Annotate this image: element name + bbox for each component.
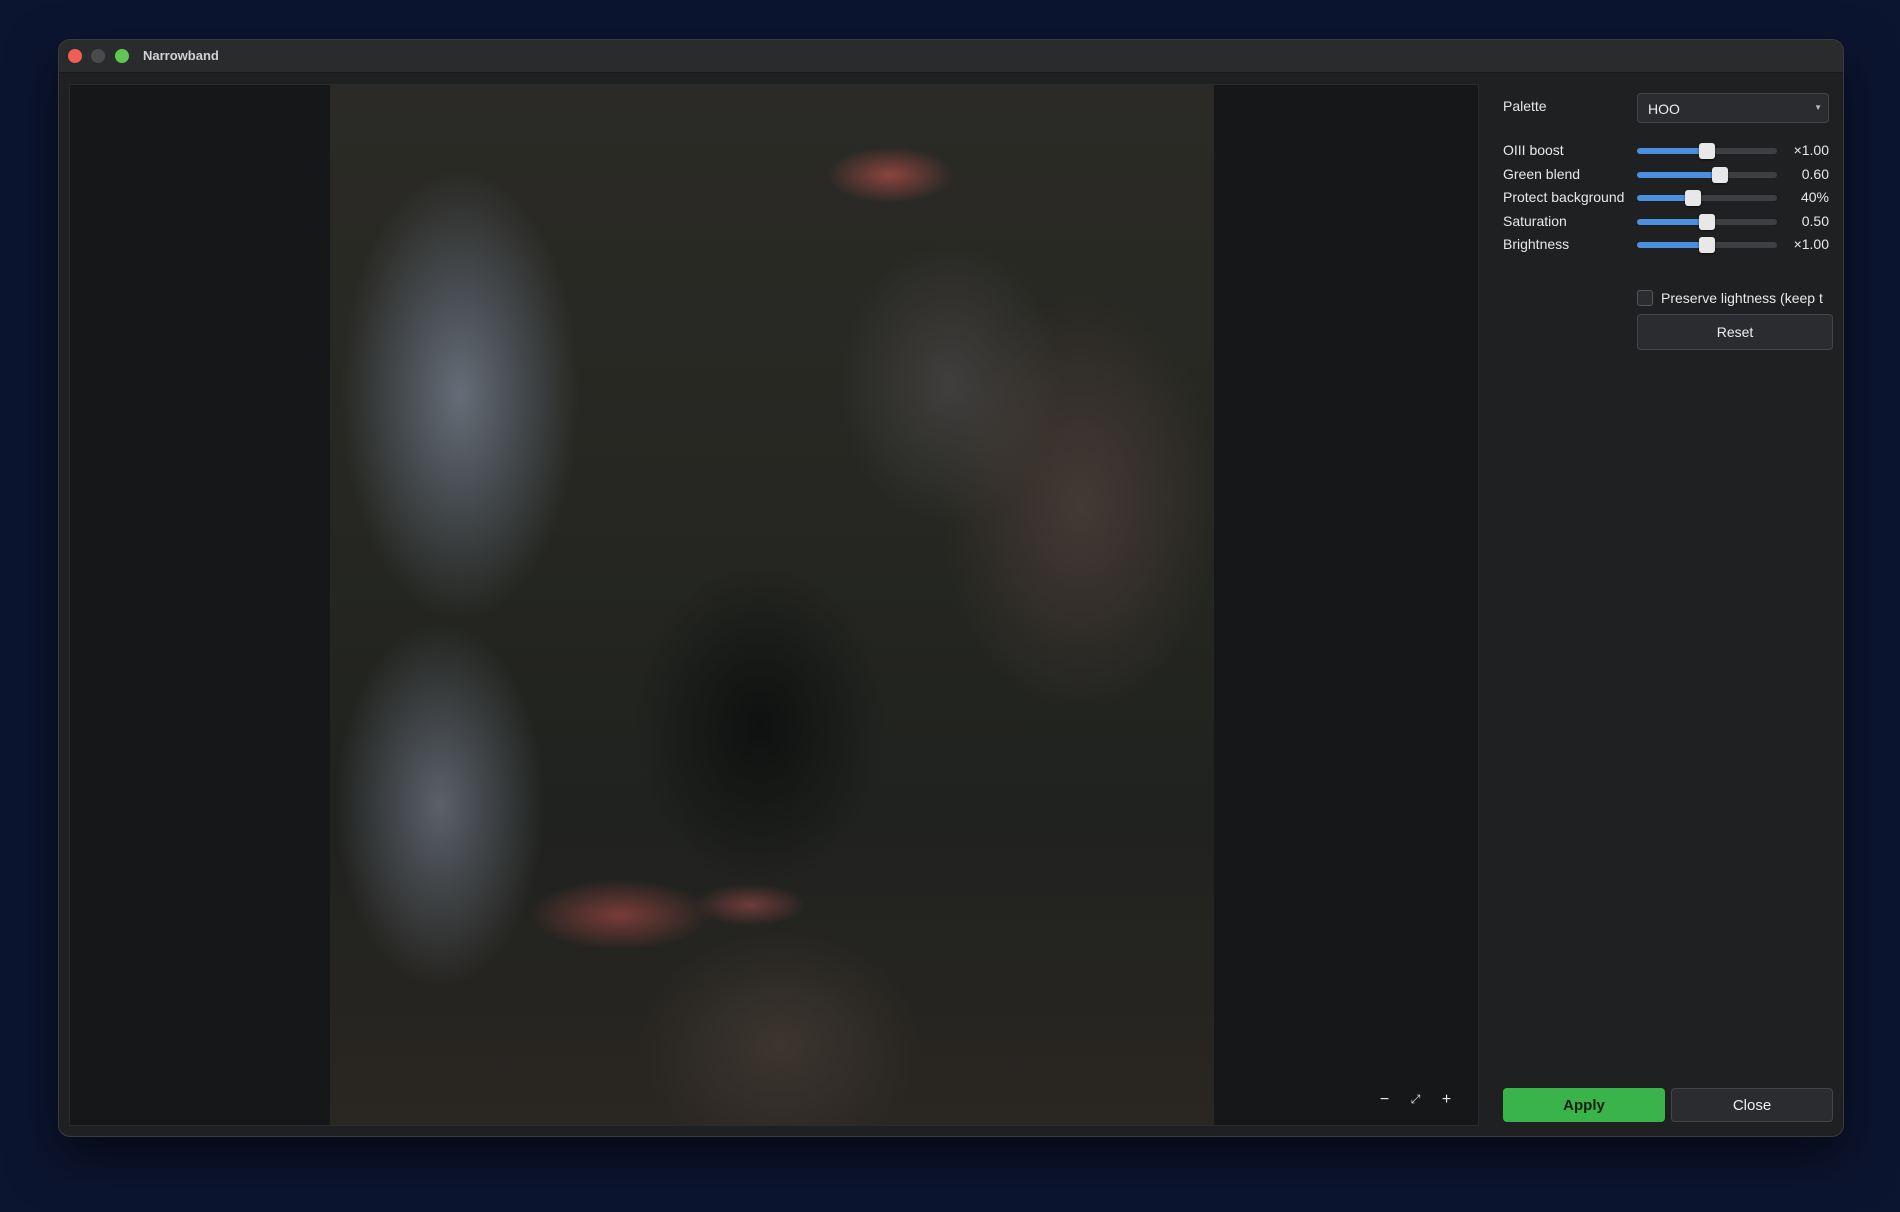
preserve-lightness-row[interactable]: Preserve lightness (keep t (1637, 288, 1833, 310)
window-maximize-button[interactable] (115, 49, 129, 63)
green-blend-value: 0.60 (1801, 166, 1829, 182)
window-title: Narrowband (143, 48, 219, 63)
zoom-out-button[interactable]: − (1373, 1088, 1396, 1111)
green-blend-label: Green blend (1503, 166, 1581, 182)
saturation-row: Saturation 0.50 (1503, 211, 1833, 233)
brightness-value: ×1.00 (1793, 236, 1829, 252)
reset-button[interactable]: Reset (1637, 314, 1833, 350)
palette-select-value: HOO (1648, 101, 1680, 117)
title-bar[interactable]: Narrowband (59, 40, 1843, 73)
chevron-down-icon: ▼ (1814, 103, 1822, 112)
image-preview[interactable]: − ⤢ + (69, 84, 1479, 1126)
preserve-lightness-checkbox[interactable] (1637, 290, 1653, 306)
slider-thumb[interactable] (1685, 190, 1701, 206)
brightness-row: Brightness ×1.00 (1503, 234, 1833, 256)
green-blend-slider[interactable] (1637, 167, 1777, 183)
protect-background-label: Protect background (1503, 189, 1625, 205)
saturation-value: 0.50 (1801, 213, 1829, 229)
brightness-label: Brightness (1503, 236, 1570, 252)
oiii-boost-label: OIII boost (1503, 142, 1564, 158)
slider-thumb[interactable] (1699, 237, 1715, 253)
settings-panel: Palette HOO ▼ OIII boost ×1.00 Green ble… (1487, 84, 1833, 1124)
slider-thumb[interactable] (1699, 143, 1715, 159)
protect-background-slider[interactable] (1637, 190, 1777, 206)
slider-fill (1637, 172, 1720, 178)
zoom-controls: − ⤢ + (1373, 1088, 1458, 1111)
slider-fill (1637, 242, 1707, 248)
protect-background-value: 40% (1800, 189, 1829, 205)
protect-background-row: Protect background 40% (1503, 187, 1833, 209)
oiii-boost-slider[interactable] (1637, 143, 1777, 159)
oiii-boost-value: ×1.00 (1793, 142, 1829, 158)
nebula-image (330, 85, 1214, 1125)
zoom-in-button[interactable]: + (1435, 1088, 1458, 1111)
palette-label: Palette (1503, 98, 1547, 114)
brightness-slider[interactable] (1637, 237, 1777, 253)
saturation-slider[interactable] (1637, 214, 1777, 230)
close-button[interactable]: Close (1671, 1088, 1833, 1122)
apply-button[interactable]: Apply (1503, 1088, 1665, 1122)
green-blend-row: Green blend 0.60 (1503, 164, 1833, 186)
window-close-button[interactable] (68, 49, 82, 63)
slider-fill (1637, 148, 1707, 154)
slider-thumb[interactable] (1711, 167, 1728, 183)
narrowband-window: Narrowband − ⤢ + Palette HOO ▼ OIII boos… (58, 39, 1844, 1137)
zoom-fit-button[interactable]: ⤢ (1404, 1088, 1427, 1111)
slider-thumb[interactable] (1699, 214, 1715, 230)
palette-row: Palette HOO ▼ (1503, 93, 1833, 125)
slider-fill (1637, 219, 1707, 225)
oiii-boost-row: OIII boost ×1.00 (1503, 140, 1833, 162)
preserve-lightness-label: Preserve lightness (keep t (1661, 290, 1823, 306)
saturation-label: Saturation (1503, 213, 1567, 229)
palette-select[interactable]: HOO ▼ (1637, 93, 1829, 123)
window-minimize-button[interactable] (91, 49, 105, 63)
